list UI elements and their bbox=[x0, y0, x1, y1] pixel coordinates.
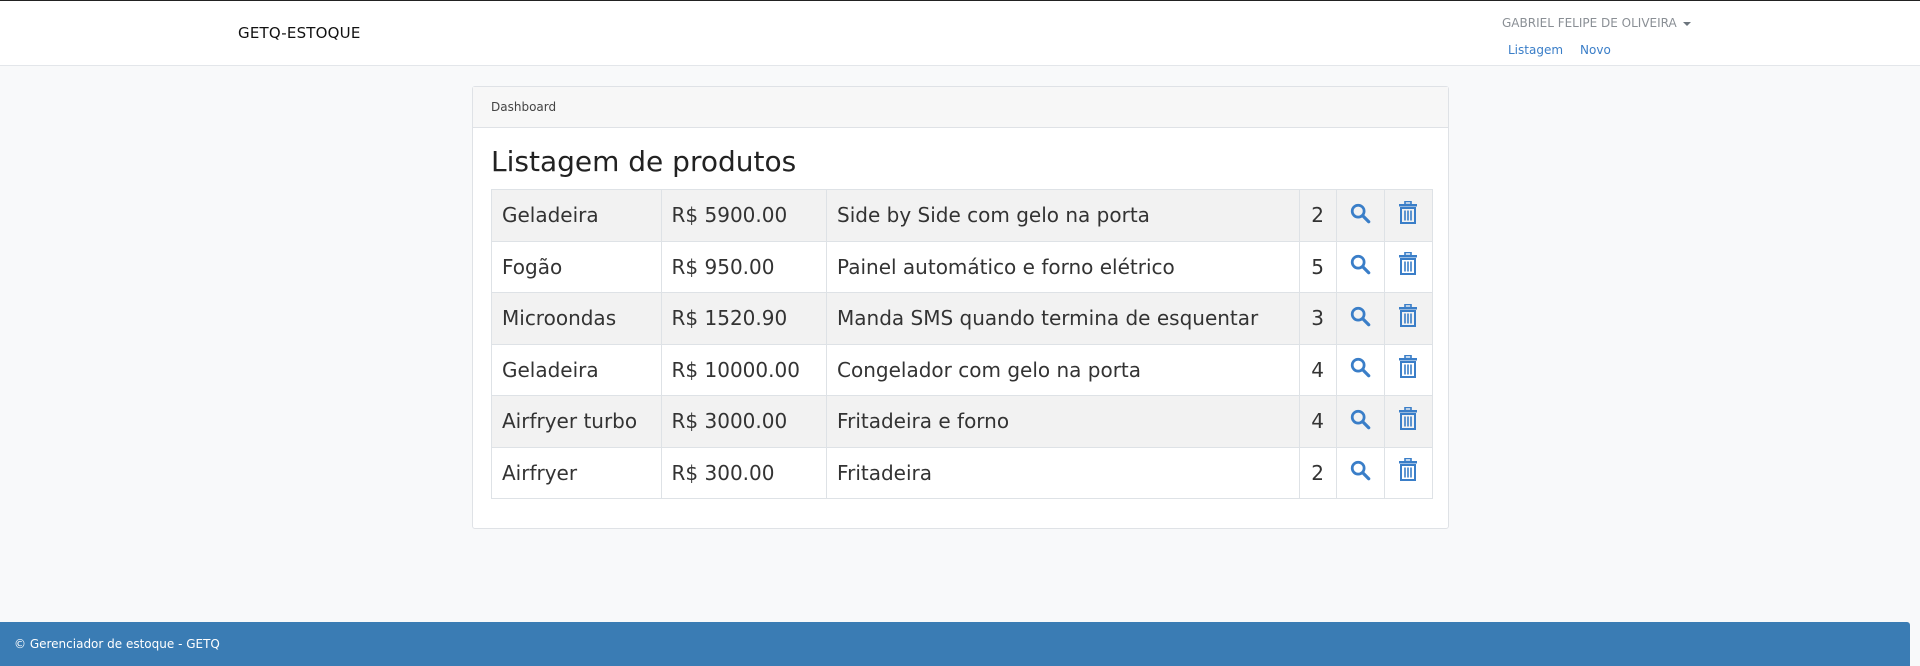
trash-icon[interactable] bbox=[1398, 251, 1418, 281]
delete-cell bbox=[1383, 189, 1434, 242]
top-navbar: GETQ-ESTOQUE GABRIEL FELIPE DE OLIVEIRA … bbox=[0, 0, 1920, 66]
product-price-cell: R$ 5900.00 bbox=[660, 189, 828, 242]
product-quantity-cell: 4 bbox=[1298, 395, 1337, 448]
nav-links: Listagem Novo bbox=[1508, 43, 1611, 57]
product-description-cell: Manda SMS quando termina de esquentar bbox=[826, 292, 1300, 345]
product-description-cell: Painel automático e forno elétrico bbox=[826, 240, 1300, 293]
view-cell bbox=[1335, 292, 1385, 345]
nav-link-novo[interactable]: Novo bbox=[1580, 43, 1611, 57]
table-row: Airfryer turbo R$ 3000.00 Fritadeira e for… bbox=[491, 395, 1434, 448]
footer: © Gerenciador de estoque - GETQ bbox=[0, 622, 1910, 666]
product-price-cell: R$ 3000.00 bbox=[660, 395, 828, 448]
user-dropdown[interactable]: GABRIEL FELIPE DE OLIVEIRA bbox=[1502, 16, 1691, 30]
user-name: GABRIEL FELIPE DE OLIVEIRA bbox=[1502, 16, 1677, 30]
trash-icon[interactable] bbox=[1398, 406, 1418, 436]
product-quantity-cell: 4 bbox=[1298, 343, 1337, 396]
view-cell bbox=[1335, 395, 1385, 448]
table-row: Geladeira R$ 5900.00 Side by Side com gelo… bbox=[491, 189, 1434, 242]
search-icon[interactable] bbox=[1349, 356, 1371, 383]
trash-icon[interactable] bbox=[1398, 200, 1418, 230]
table-row: Fogão R$ 950.00 Painel automático e forno … bbox=[491, 240, 1434, 293]
search-icon[interactable] bbox=[1349, 459, 1371, 486]
view-cell bbox=[1335, 189, 1385, 242]
trash-icon[interactable] bbox=[1398, 354, 1418, 384]
product-price-cell: R$ 950.00 bbox=[660, 240, 828, 293]
delete-cell bbox=[1383, 292, 1434, 345]
nav-link-listagem[interactable]: Listagem bbox=[1508, 43, 1563, 57]
products-table: Geladeira R$ 5900.00 Side by Side com gelo… bbox=[491, 189, 1434, 499]
product-quantity-cell: 5 bbox=[1298, 240, 1337, 293]
product-name-cell: Geladeira bbox=[491, 343, 662, 396]
view-cell bbox=[1335, 240, 1385, 293]
product-price-cell: R$ 300.00 bbox=[660, 446, 828, 499]
table-row: Geladeira R$ 10000.00 Congelador com gelo … bbox=[491, 343, 1434, 396]
product-quantity-cell: 2 bbox=[1298, 189, 1337, 242]
product-description-cell: Fritadeira bbox=[826, 446, 1300, 499]
footer-text: © Gerenciador de estoque - GETQ bbox=[14, 637, 220, 651]
product-name-cell: Microondas bbox=[491, 292, 662, 345]
caret-down-icon bbox=[1682, 21, 1691, 26]
card-header-title: Dashboard bbox=[491, 100, 557, 114]
brand-logo[interactable]: GETQ-ESTOQUE bbox=[238, 24, 361, 42]
delete-cell bbox=[1383, 446, 1434, 499]
search-icon[interactable] bbox=[1349, 305, 1371, 332]
view-cell bbox=[1335, 343, 1385, 396]
product-quantity-cell: 2 bbox=[1298, 446, 1337, 499]
trash-icon[interactable] bbox=[1398, 303, 1418, 333]
product-name-cell: Fogão bbox=[491, 240, 662, 293]
delete-cell bbox=[1383, 395, 1434, 448]
search-icon[interactable] bbox=[1349, 202, 1371, 229]
product-name-cell: Airfryer turbo bbox=[491, 395, 662, 448]
product-description-cell: Side by Side com gelo na porta bbox=[826, 189, 1300, 242]
product-price-cell: R$ 10000.00 bbox=[660, 343, 828, 396]
delete-cell bbox=[1383, 240, 1434, 293]
delete-cell bbox=[1383, 343, 1434, 396]
page-title: Listagem de produtos bbox=[491, 145, 797, 178]
product-quantity-cell: 3 bbox=[1298, 292, 1337, 345]
product-name-cell: Geladeira bbox=[491, 189, 662, 242]
products-card: Dashboard Listagem de produtos Geladeira… bbox=[472, 86, 1449, 529]
card-header: Dashboard bbox=[473, 87, 1448, 128]
product-description-cell: Congelador com gelo na porta bbox=[826, 343, 1300, 396]
search-icon[interactable] bbox=[1349, 253, 1371, 280]
product-description-cell: Fritadeira e forno bbox=[826, 395, 1300, 448]
table-row: Airfryer R$ 300.00 Fritadeira 2 bbox=[491, 446, 1434, 499]
trash-icon[interactable] bbox=[1398, 457, 1418, 487]
product-price-cell: R$ 1520.90 bbox=[660, 292, 828, 345]
view-cell bbox=[1335, 446, 1385, 499]
product-name-cell: Airfryer bbox=[491, 446, 662, 499]
table-row: Microondas R$ 1520.90 Manda SMS quando ter… bbox=[491, 292, 1434, 345]
search-icon[interactable] bbox=[1349, 408, 1371, 435]
